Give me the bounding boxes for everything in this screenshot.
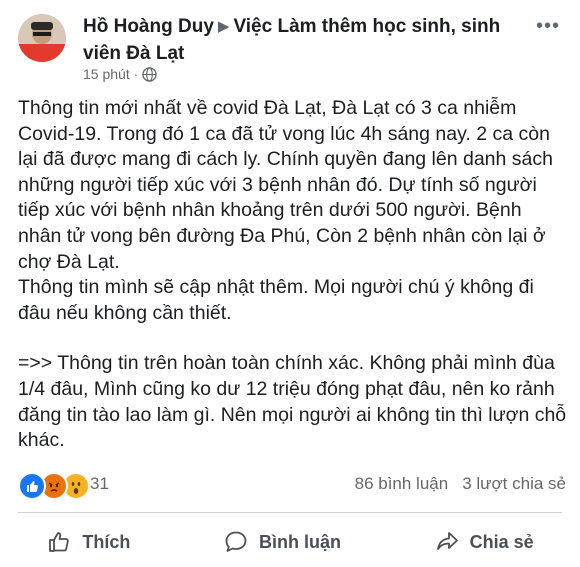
reaction-count[interactable]: 31 xyxy=(90,474,109,494)
arrow-right-icon: ▶ xyxy=(217,18,230,35)
like-label: Thích xyxy=(82,531,131,552)
comment-button[interactable]: Bình luận xyxy=(223,529,341,555)
comment-icon xyxy=(225,531,247,552)
post-header: Hồ Hoàng Duy ▶ Việc Làm thêm học sinh, sin… xyxy=(0,0,580,95)
engagement-summary: 31 86 bình luận 3 lượt chia sẻ xyxy=(0,468,580,502)
post-title-line: Hồ Hoàng Duy ▶ Việc Làm thêm học sinh, sin… xyxy=(83,14,523,67)
like-button[interactable]: Thích xyxy=(46,529,130,555)
reaction-icons[interactable] xyxy=(18,472,90,500)
share-count[interactable]: 3 lượt chia sẻ xyxy=(462,474,566,494)
author-avatar[interactable] xyxy=(18,14,66,62)
share-label: Chia sẻ xyxy=(469,531,534,552)
post-time[interactable]: 15 phút xyxy=(83,66,130,82)
post-meta: 15 phút · xyxy=(83,66,157,82)
action-bar: Thích Bình luận Chia sẻ xyxy=(0,522,580,562)
share-button[interactable]: Chia sẻ xyxy=(434,529,534,555)
like-icon xyxy=(18,472,46,500)
comment-label: Bình luận xyxy=(258,531,341,552)
post-content: Thông tin mới nhất về covid Đà Lạt, Đà L… xyxy=(18,96,568,454)
comment-share-counts: 86 bình luận 3 lượt chia sẻ xyxy=(355,474,566,494)
separator-dot: · xyxy=(133,66,139,82)
thumbs-up-icon xyxy=(49,532,70,552)
more-options-icon[interactable]: ••• xyxy=(536,16,560,36)
comment-count[interactable]: 86 bình luận xyxy=(355,474,449,494)
author-name[interactable]: Hồ Hoàng Duy xyxy=(83,16,214,37)
post-paragraph: Thông tin mới nhất về covid Đà Lạt, Đà L… xyxy=(18,97,553,273)
globe-icon xyxy=(142,66,157,82)
post-paragraph: =>> Thông tin trên hoàn toàn chính xác. … xyxy=(18,352,567,452)
post-paragraph: Thông tin mình sẽ cập nhật thêm. Mọi ngư… xyxy=(18,276,534,324)
share-icon xyxy=(436,532,458,550)
divider xyxy=(18,512,562,513)
facebook-post: Hồ Hoàng Duy ▶ Việc Làm thêm học sinh, sin… xyxy=(0,0,580,567)
